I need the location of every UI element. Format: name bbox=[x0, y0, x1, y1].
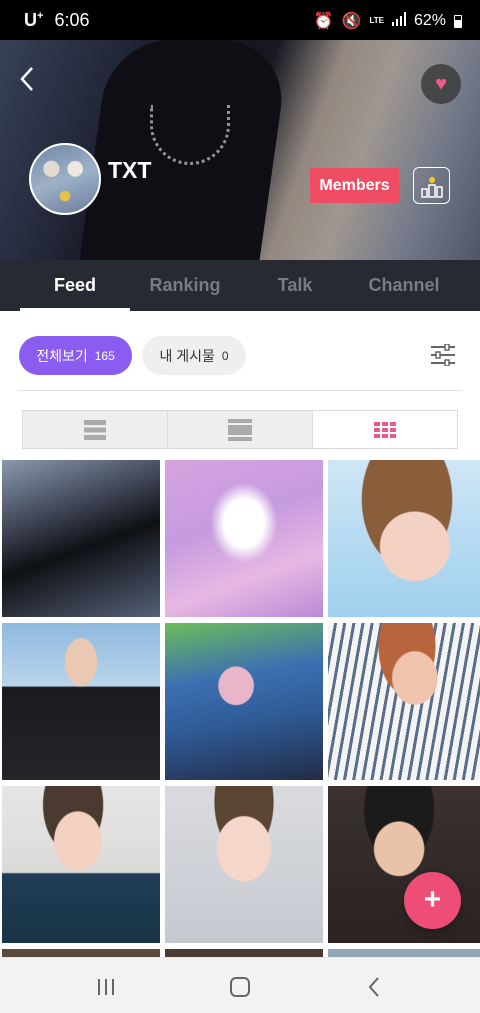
alarm-icon: ⏰ bbox=[313, 13, 334, 30]
filter-mine-count: 0 bbox=[221, 348, 229, 363]
ranking-button[interactable] bbox=[413, 167, 450, 204]
tab-ranking[interactable]: Ranking bbox=[130, 260, 240, 311]
group-avatar bbox=[29, 143, 101, 215]
view-list-button[interactable] bbox=[23, 411, 168, 448]
chevron-left-icon bbox=[20, 67, 33, 91]
photo-tile[interactable] bbox=[328, 786, 480, 943]
nav-back-button[interactable] bbox=[360, 974, 390, 1000]
battery-icon bbox=[454, 14, 462, 28]
photo-tile[interactable] bbox=[2, 949, 160, 957]
filter-settings-button[interactable] bbox=[430, 343, 456, 367]
filter-all-label: 전체보기 bbox=[36, 347, 88, 364]
carrier-sup: + bbox=[37, 10, 44, 22]
card-view-icon bbox=[228, 418, 252, 441]
back-icon bbox=[368, 977, 379, 997]
tab-talk[interactable]: Talk bbox=[240, 260, 350, 311]
photo-tile[interactable] bbox=[2, 786, 160, 943]
recents-icon bbox=[98, 979, 114, 995]
photo-tile[interactable] bbox=[2, 623, 160, 780]
home-icon bbox=[230, 977, 250, 997]
grid-view-icon bbox=[374, 421, 396, 438]
photo-tile[interactable] bbox=[165, 786, 323, 943]
heart-icon: ♥ bbox=[435, 73, 447, 95]
photo-tile[interactable] bbox=[328, 623, 480, 780]
photo-tile[interactable] bbox=[328, 949, 480, 957]
tab-feed[interactable]: Feed bbox=[20, 260, 130, 311]
favorite-button[interactable]: ♥ bbox=[421, 64, 461, 104]
ranking-podium-icon bbox=[420, 175, 443, 198]
view-mode-toggle bbox=[22, 410, 458, 449]
battery-percent: 62% bbox=[413, 12, 446, 29]
filter-mine-label: 내 게시물 bbox=[159, 347, 215, 364]
photo-tile[interactable] bbox=[165, 949, 323, 957]
add-post-button[interactable]: + bbox=[404, 872, 461, 929]
group-header-banner: ♥ TXT Members bbox=[0, 40, 480, 260]
back-button[interactable] bbox=[14, 64, 40, 94]
status-icons: ⏰ 🔇 LTE 62% bbox=[314, 11, 462, 31]
list-view-icon bbox=[84, 419, 106, 440]
system-nav-bar bbox=[0, 957, 480, 1013]
filter-mine-button[interactable]: 내 게시물 0 bbox=[142, 336, 246, 375]
clock: 6:06 bbox=[54, 10, 90, 30]
sliders-icon bbox=[431, 343, 455, 367]
group-name: TXT bbox=[108, 157, 152, 183]
photo-tile[interactable] bbox=[328, 460, 480, 617]
recents-button[interactable] bbox=[91, 974, 121, 1000]
carrier-label: U bbox=[24, 10, 37, 30]
photo-tile[interactable] bbox=[2, 460, 160, 617]
photo-tile[interactable] bbox=[165, 460, 323, 617]
filter-all-count: 165 bbox=[94, 348, 115, 363]
photo-tile[interactable] bbox=[165, 623, 323, 780]
home-button[interactable] bbox=[225, 974, 255, 1000]
carrier-and-time: U+ 6:06 bbox=[24, 10, 90, 31]
section-divider bbox=[18, 390, 462, 391]
tab-bar: Feed Ranking Talk Channel bbox=[0, 260, 480, 311]
signal-icon bbox=[391, 11, 406, 31]
status-bar: U+ 6:06 ⏰ 🔇 LTE 62% bbox=[0, 0, 480, 40]
mute-icon: 🔇 bbox=[341, 13, 362, 30]
members-button[interactable]: Members bbox=[310, 168, 399, 203]
tab-channel[interactable]: Channel bbox=[349, 260, 459, 311]
view-card-button[interactable] bbox=[168, 411, 313, 448]
network-type: LTE bbox=[369, 16, 384, 25]
view-grid-button[interactable] bbox=[313, 411, 457, 448]
filter-all-button[interactable]: 전체보기 165 bbox=[19, 336, 132, 375]
